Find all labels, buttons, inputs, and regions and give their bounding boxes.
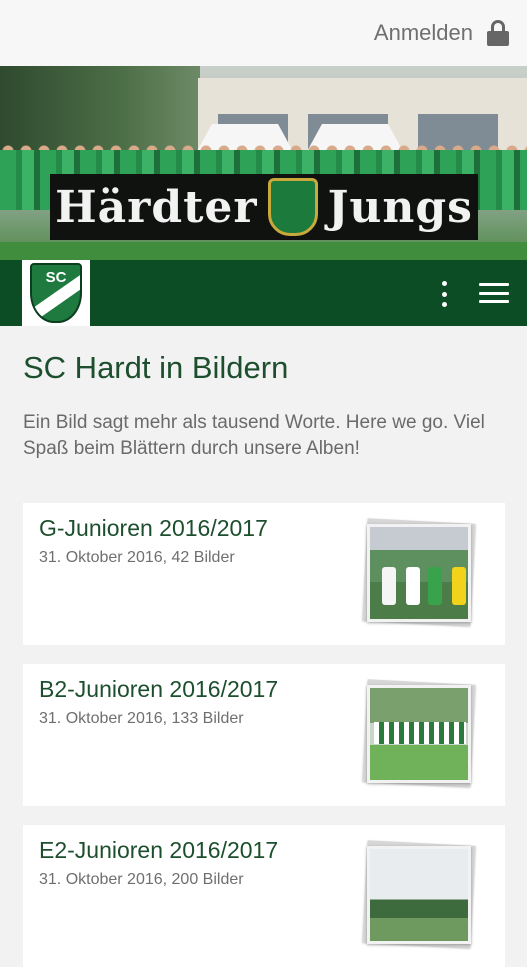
club-crest-icon: SC — [30, 263, 82, 323]
login-button[interactable]: Anmelden — [374, 18, 509, 48]
lock-icon — [487, 20, 509, 46]
more-vertical-icon[interactable] — [436, 281, 452, 307]
hero-banner: Härdter Jungs — [50, 174, 478, 240]
album-card[interactable]: E2-Junioren 2016/2017 31. Oktober 2016, … — [23, 825, 505, 967]
page-title: SC Hardt in Bildern — [23, 350, 289, 385]
hamburger-menu-icon[interactable] — [479, 283, 509, 303]
album-card[interactable]: B2-Junioren 2016/2017 31. Oktober 2016, … — [23, 664, 505, 806]
banner-text-left: Härdter — [55, 181, 258, 233]
top-bar: Anmelden — [0, 0, 527, 66]
club-logo[interactable]: SC — [22, 260, 90, 326]
album-meta: 31. Oktober 2016, 42 Bilder — [39, 549, 235, 566]
album-meta: 31. Oktober 2016, 200 Bilder — [39, 871, 244, 888]
banner-crest — [267, 178, 318, 236]
hero-grass — [0, 242, 527, 260]
album-title: G-Junioren 2016/2017 — [39, 515, 268, 541]
page-intro: Ein Bild sagt mehr als tausend Worte. He… — [23, 412, 485, 459]
album-thumbnail — [362, 679, 476, 787]
album-title: E2-Junioren 2016/2017 — [39, 837, 279, 863]
album-thumbnail — [362, 518, 476, 626]
login-label: Anmelden — [373, 20, 473, 45]
album-card[interactable]: G-Junioren 2016/2017 31. Oktober 2016, 4… — [23, 503, 505, 645]
album-thumbnail — [362, 840, 476, 948]
hero-image: Härdter Jungs — [0, 66, 527, 260]
banner-text-right: Jungs — [327, 181, 473, 233]
album-meta: 31. Oktober 2016, 133 Bilder — [39, 710, 244, 727]
album-title: B2-Junioren 2016/2017 — [39, 676, 279, 702]
logo-text: SC — [45, 269, 67, 286]
